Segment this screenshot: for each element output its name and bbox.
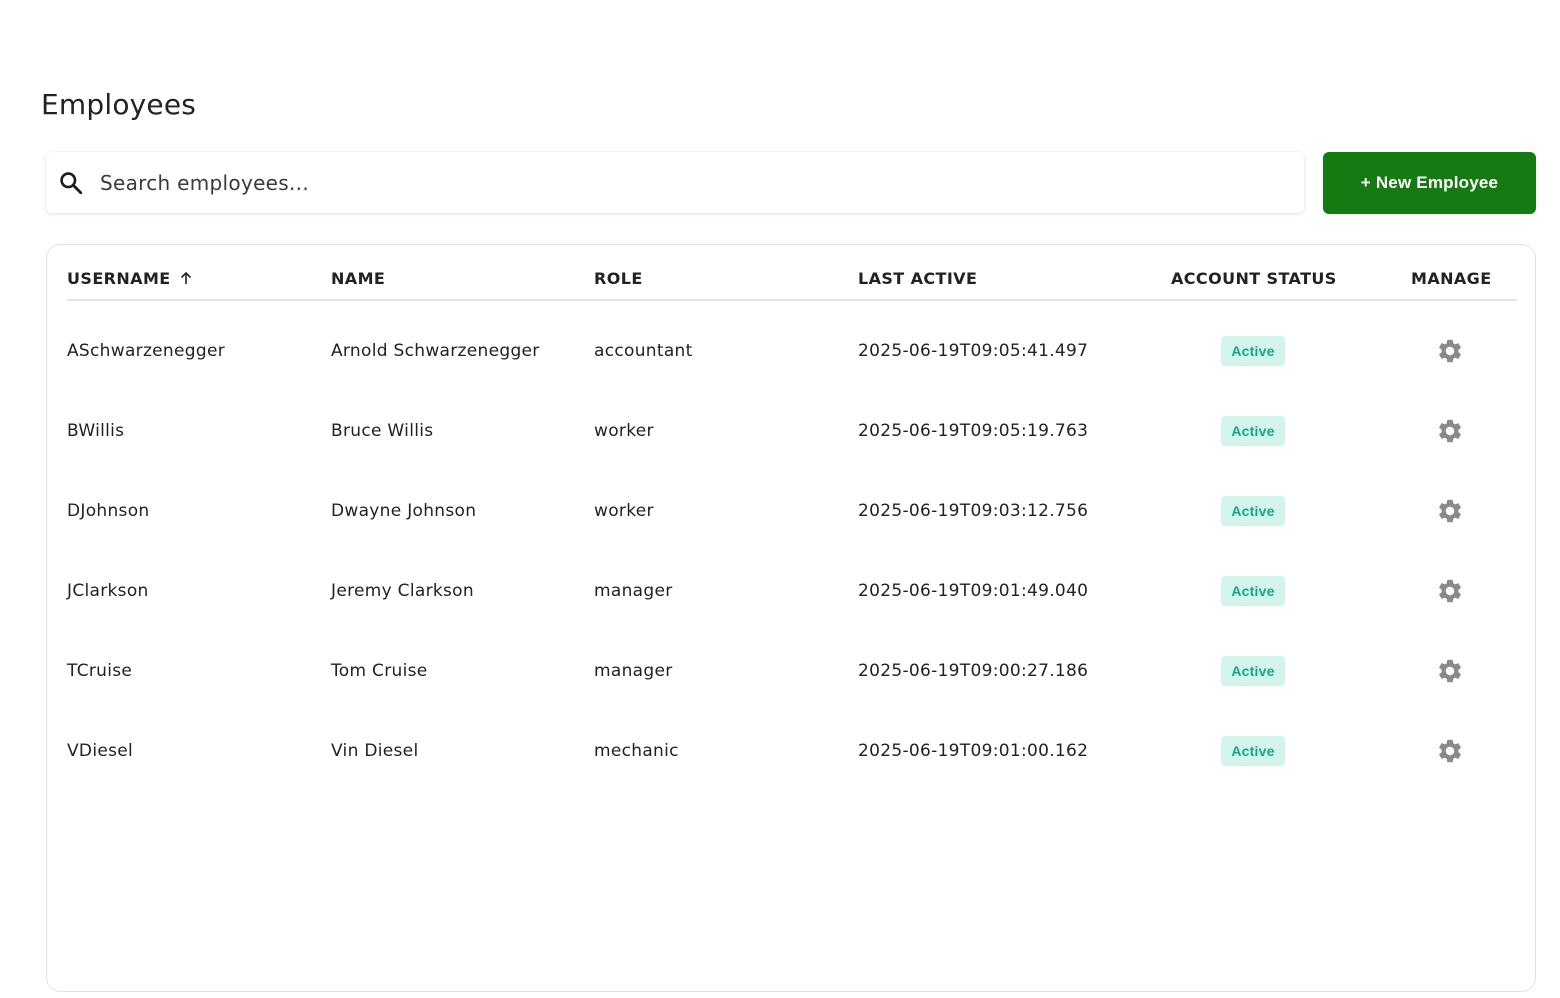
search-icon — [60, 172, 83, 195]
name-cell: Arnold Schwarzenegger — [331, 341, 540, 361]
gear-icon[interactable] — [1436, 417, 1464, 445]
column-header-username[interactable]: USERNAME — [67, 269, 193, 288]
name-cell: Jeremy Clarkson — [331, 581, 474, 601]
gear-icon[interactable] — [1436, 577, 1464, 605]
new-employee-button[interactable]: + New Employee — [1323, 152, 1536, 214]
name-cell: Bruce Willis — [331, 421, 434, 441]
arrow-up-icon — [180, 271, 191, 284]
column-header-manage: MANAGE — [1411, 269, 1492, 288]
gear-icon[interactable] — [1436, 657, 1464, 685]
gear-icon[interactable] — [1436, 337, 1464, 365]
gear-icon[interactable] — [1436, 737, 1464, 765]
table-row: DJohnson Dwayne Johnson worker 2025-06-1… — [67, 471, 1517, 551]
search-bar[interactable] — [46, 152, 1304, 213]
gear-icon[interactable] — [1436, 497, 1464, 525]
name-cell: Vin Diesel — [331, 741, 419, 761]
last-active-cell: 2025-06-19T09:05:19.763 — [858, 421, 1089, 441]
table-row: VDiesel Vin Diesel mechanic 2025-06-19T0… — [67, 711, 1517, 791]
username-cell: TCruise — [67, 661, 133, 681]
table-row: JClarkson Jeremy Clarkson manager 2025-0… — [67, 551, 1517, 631]
username-cell: BWillis — [67, 421, 125, 441]
last-active-cell: 2025-06-19T09:03:12.756 — [858, 501, 1089, 521]
column-header-name[interactable]: NAME — [331, 269, 385, 288]
last-active-cell: 2025-06-19T09:05:41.497 — [858, 341, 1089, 361]
username-cell: VDiesel — [67, 741, 134, 761]
column-header-last-active[interactable]: LAST ACTIVE — [858, 269, 977, 288]
name-cell: Tom Cruise — [331, 661, 428, 681]
status-badge: Active — [1221, 656, 1285, 686]
employees-table: USERNAME NAME ROLE LAST ACTIVE ACCOUNT S… — [46, 244, 1536, 992]
username-cell: JClarkson — [67, 581, 149, 601]
status-badge: Active — [1221, 336, 1285, 366]
role-cell: mechanic — [594, 741, 679, 761]
status-badge: Active — [1221, 416, 1285, 446]
role-cell: manager — [594, 581, 673, 601]
table-row: BWillis Bruce Willis worker 2025-06-19T0… — [67, 391, 1517, 471]
name-cell: Dwayne Johnson — [331, 501, 477, 521]
status-badge: Active — [1221, 576, 1285, 606]
table-header: USERNAME NAME ROLE LAST ACTIVE ACCOUNT S… — [67, 245, 1517, 301]
column-header-account-status[interactable]: ACCOUNT STATUS — [1171, 269, 1337, 288]
role-cell: worker — [594, 421, 654, 441]
employees-page: Employees + New Employee USERNAME NAME R… — [0, 0, 1560, 998]
column-header-label: USERNAME — [67, 269, 171, 288]
role-cell: worker — [594, 501, 654, 521]
table-row: TCruise Tom Cruise manager 2025-06-19T09… — [67, 631, 1517, 711]
status-badge: Active — [1221, 496, 1285, 526]
username-cell: DJohnson — [67, 501, 150, 521]
last-active-cell: 2025-06-19T09:01:49.040 — [858, 581, 1089, 601]
page-title: Employees — [41, 88, 197, 121]
column-header-role[interactable]: ROLE — [594, 269, 643, 288]
role-cell: manager — [594, 661, 673, 681]
last-active-cell: 2025-06-19T09:01:00.162 — [858, 741, 1089, 761]
username-cell: ASchwarzenegger — [67, 341, 225, 361]
table-row: ASchwarzenegger Arnold Schwarzenegger ac… — [67, 311, 1517, 391]
last-active-cell: 2025-06-19T09:00:27.186 — [858, 661, 1089, 681]
search-input[interactable] — [100, 152, 1280, 213]
status-badge: Active — [1221, 736, 1285, 766]
role-cell: accountant — [594, 341, 693, 361]
